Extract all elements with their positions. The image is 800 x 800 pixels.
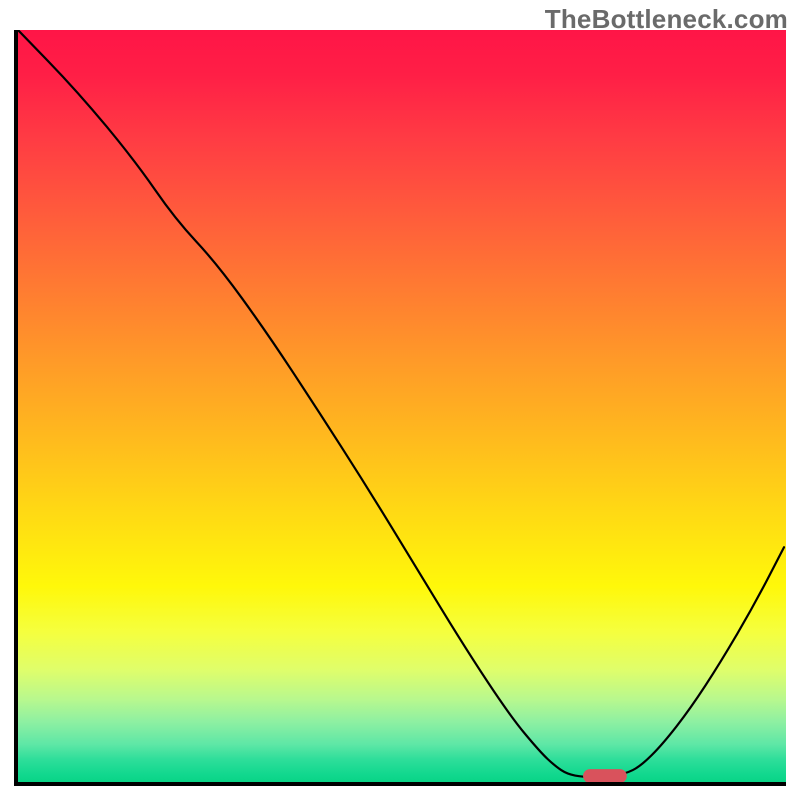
highlight-marker: [583, 769, 627, 783]
data-curve: [18, 30, 784, 777]
chart-svg: [18, 30, 786, 782]
plot-area: [14, 30, 786, 786]
chart-container: TheBottleneck.com: [0, 0, 800, 800]
watermark-text: TheBottleneck.com: [545, 4, 788, 35]
